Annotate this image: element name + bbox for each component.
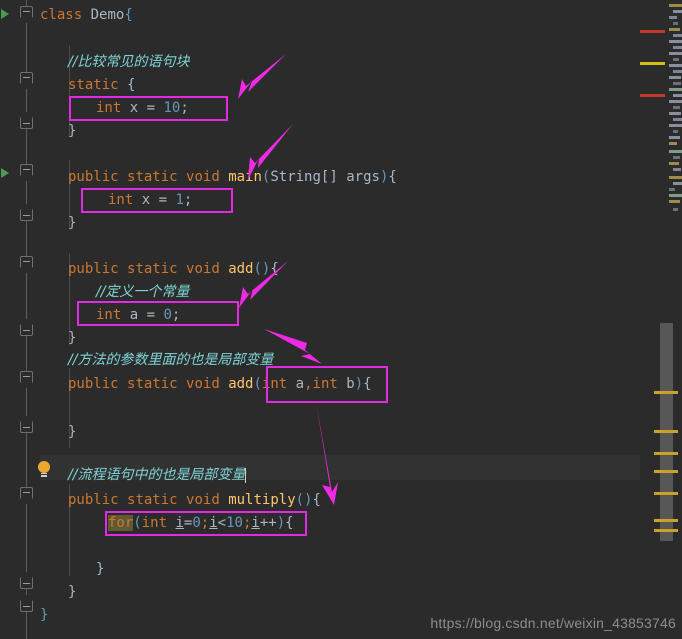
warning-mark[interactable]	[654, 391, 678, 394]
code-line-16[interactable]: //方法的参数里面的也是局部变量	[40, 348, 640, 373]
gutter-background	[0, 0, 40, 639]
minimap-row	[673, 168, 681, 171]
fold-marker-add2[interactable]	[20, 371, 33, 382]
code-line-23[interactable]: public static void multiply(){	[40, 488, 640, 513]
minimap-row	[669, 52, 682, 55]
code-line-22[interactable]: //流程语句中的也是局部变量	[40, 463, 640, 488]
minimap-row	[673, 94, 682, 97]
code-line-3[interactable]: //比较常见的语句块	[40, 50, 640, 75]
code-line-20[interactable]: }	[40, 420, 640, 445]
minimap-row	[673, 82, 681, 85]
fold-marker-add[interactable]	[20, 256, 33, 267]
minimap-row	[669, 88, 682, 91]
editor-right-sidebar[interactable]	[640, 0, 682, 639]
fold-marker-main-end[interactable]	[20, 210, 33, 221]
minimap-row	[673, 118, 682, 121]
comment-text-3: //方法的参数里面的也是局部变量	[68, 352, 274, 368]
warning-mark[interactable]	[654, 519, 678, 522]
minimap-row	[673, 156, 680, 159]
code-line-26[interactable]: }	[40, 557, 640, 582]
minimap-row	[669, 150, 682, 153]
code-line-24[interactable]: for(int i=0;i<10;i++){	[40, 511, 640, 536]
comment-text-4: //流程语句中的也是局部变量	[68, 467, 246, 483]
code-line-5[interactable]: int x = 10;	[40, 96, 640, 121]
run-class-arrow[interactable]	[1, 9, 9, 19]
code-line-10[interactable]: }	[40, 211, 640, 236]
minimap-row	[673, 208, 678, 211]
code-line-14[interactable]: int a = 0;	[40, 303, 640, 328]
warning-mark[interactable]	[654, 492, 678, 495]
minimap-row	[669, 76, 681, 79]
fold-marker-static-block[interactable]	[20, 72, 33, 83]
fold-marker-multiply[interactable]	[20, 487, 33, 498]
fold-marker-multiply-end[interactable]	[20, 578, 33, 589]
minimap-row	[669, 4, 682, 7]
comment-text-2: //定义一个常量	[96, 284, 190, 300]
minimap-row	[669, 28, 680, 31]
text-caret	[245, 467, 247, 483]
code-line-8[interactable]: public static void main(String[] args){	[40, 165, 640, 190]
warning-mark[interactable]	[654, 452, 678, 455]
minimap-row	[669, 64, 682, 67]
minimap-row	[673, 22, 678, 25]
minimap-row	[669, 188, 675, 191]
minimap-row	[673, 106, 680, 109]
minimap-row	[669, 142, 677, 145]
minimap-row	[669, 124, 682, 127]
minimap-row	[673, 46, 682, 49]
error-stripe[interactable]	[640, 94, 665, 97]
minimap-row	[673, 58, 679, 61]
minimap-row	[669, 16, 677, 19]
warning-stripe[interactable]	[640, 62, 665, 65]
minimap-row	[673, 34, 682, 37]
code-line-12[interactable]: public static void add(){	[40, 257, 640, 282]
code-line-1[interactable]: class Demo{	[40, 3, 640, 28]
code-line-17[interactable]: public static void add(int a,int b){	[40, 372, 640, 397]
comment-text-1: //比较常见的语句块	[68, 54, 190, 70]
minimap-row	[669, 200, 680, 203]
error-stripe[interactable]	[640, 30, 665, 33]
minimap-row	[673, 130, 678, 133]
minimap-row	[669, 100, 682, 103]
minimap-row	[673, 10, 682, 13]
csdn-watermark: https://blog.csdn.net/weixin_43853746	[430, 615, 676, 631]
minimap-row	[669, 40, 682, 43]
minimap-row	[669, 136, 680, 139]
minimap-row	[673, 182, 682, 185]
minimap-row	[669, 162, 679, 165]
warning-mark[interactable]	[654, 470, 678, 473]
run-main-arrow[interactable]	[1, 168, 9, 178]
code-line-6[interactable]: }	[40, 119, 640, 144]
for-keyword-highlighted: for	[108, 515, 134, 531]
code-line-13[interactable]: //定义一个常量	[40, 280, 640, 305]
fold-marker-main[interactable]	[20, 164, 33, 175]
minimap-row	[673, 70, 682, 73]
code-line-27[interactable]: }	[40, 580, 640, 605]
minimap-row	[669, 112, 681, 115]
editor-gutter[interactable]	[0, 0, 50, 639]
code-editor-content[interactable]: class Demo{ //比较常见的语句块 static { int x = …	[40, 0, 640, 639]
code-line-4[interactable]: static {	[40, 73, 640, 98]
fold-marker-class-end[interactable]	[20, 601, 33, 612]
warning-mark[interactable]	[654, 430, 678, 433]
fold-marker-static-block-end[interactable]	[20, 118, 33, 129]
minimap-row	[669, 176, 682, 179]
minimap-row	[669, 194, 682, 197]
java-editor-window: class Demo{ //比较常见的语句块 static { int x = …	[0, 0, 682, 639]
fold-marker-class[interactable]	[20, 6, 33, 17]
fold-marker-add2-end[interactable]	[20, 422, 33, 433]
fold-marker-add-end[interactable]	[20, 325, 33, 336]
warning-mark[interactable]	[654, 529, 678, 532]
code-line-9[interactable]: int x = 1;	[40, 188, 640, 213]
